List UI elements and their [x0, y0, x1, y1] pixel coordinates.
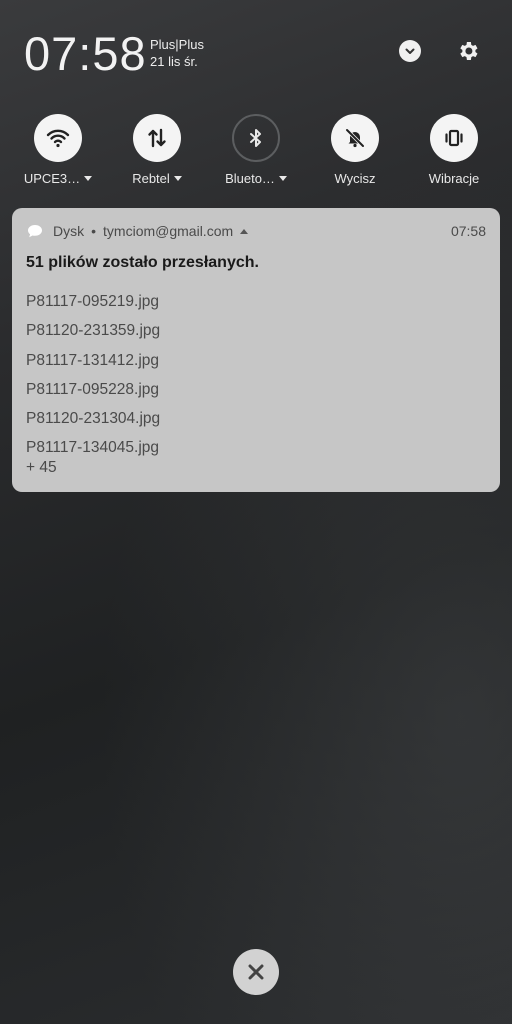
tile-label: Blueto… [225, 171, 275, 186]
notification-header: Dysk • tymciom@gmail.com 07:58 [27, 222, 486, 240]
list-item: P81120-231304.jpg [26, 410, 161, 428]
mute-label-row[interactable]: Wycisz [334, 171, 375, 186]
carrier-name: Plus|Plus [150, 37, 204, 52]
gear-icon [460, 42, 478, 60]
file-list: P81117-095219.jpg P81120-231359.jpg P811… [26, 292, 160, 468]
bluetooth-icon [250, 129, 261, 147]
wifi-icon [46, 129, 70, 148]
status-header: 07:58 Plus|Plus 21 lis śr. [0, 0, 512, 100]
vibrate-icon [445, 129, 463, 147]
separator-dot: • [91, 223, 97, 239]
list-item: P81117-095228.jpg [26, 380, 160, 398]
mobile-data-label-row[interactable]: Rebtel [132, 171, 182, 186]
list-item: P81117-131412.jpg [26, 351, 160, 369]
tile-label: UPCE3… [23, 171, 81, 186]
tile-wifi[interactable]: UPCE3… [8, 114, 108, 188]
more-count: + 45 [26, 459, 57, 476]
tile-vibrate[interactable]: Wibracje [404, 114, 504, 188]
mobile-data-toggle[interactable] [133, 114, 181, 162]
vibrate-toggle[interactable] [430, 114, 478, 162]
close-icon [248, 964, 264, 980]
caret-down-icon [84, 176, 93, 181]
clock: 07:58 [24, 27, 147, 80]
clear-all-button[interactable] [233, 949, 279, 995]
mute-icon [345, 128, 365, 148]
account-email: tymciom@gmail.com [103, 223, 234, 239]
notification-title: 51 plików zostało przesłanych. [26, 254, 259, 271]
tile-label: Wibracje [428, 171, 480, 186]
vibrate-label-row[interactable]: Wibracje [429, 171, 480, 186]
wifi-label-row[interactable]: UPCE3… [23, 171, 93, 186]
caret-down-icon [173, 176, 182, 181]
mute-toggle[interactable] [331, 114, 379, 162]
mobile-data-icon [148, 128, 166, 148]
date: 21 lis śr. [150, 54, 198, 69]
list-item: P81117-095219.jpg [26, 293, 160, 310]
settings-button[interactable] [455, 38, 481, 64]
caret-down-icon [278, 176, 287, 181]
tile-mobile-data[interactable]: Rebtel [107, 114, 207, 188]
list-item: P81120-231359.jpg [26, 322, 161, 340]
chat-bubble-icon [28, 225, 42, 238]
notification-time: 07:58 [450, 223, 486, 239]
wifi-toggle[interactable] [34, 114, 82, 162]
bluetooth-label-row[interactable]: Blueto… [225, 171, 287, 186]
tile-bluetooth[interactable]: Blueto… [206, 114, 306, 188]
app-name: Dysk [53, 223, 85, 239]
tile-mute[interactable]: Wycisz [305, 114, 405, 188]
chevron-down-icon [399, 40, 421, 62]
quick-settings: UPCE3… Rebtel Blueto… Wycisz Wibracje [0, 114, 512, 194]
carrier-info: Plus|Plus 21 lis śr. [150, 36, 204, 70]
bluetooth-toggle[interactable] [232, 114, 280, 162]
collapse-caret-icon[interactable] [240, 228, 249, 234]
tile-label: Wycisz [334, 171, 376, 186]
upload-notification[interactable]: Dysk • tymciom@gmail.com 07:58 51 plików… [12, 208, 500, 492]
expand-button[interactable] [397, 38, 423, 64]
tile-label: Rebtel [132, 171, 170, 186]
